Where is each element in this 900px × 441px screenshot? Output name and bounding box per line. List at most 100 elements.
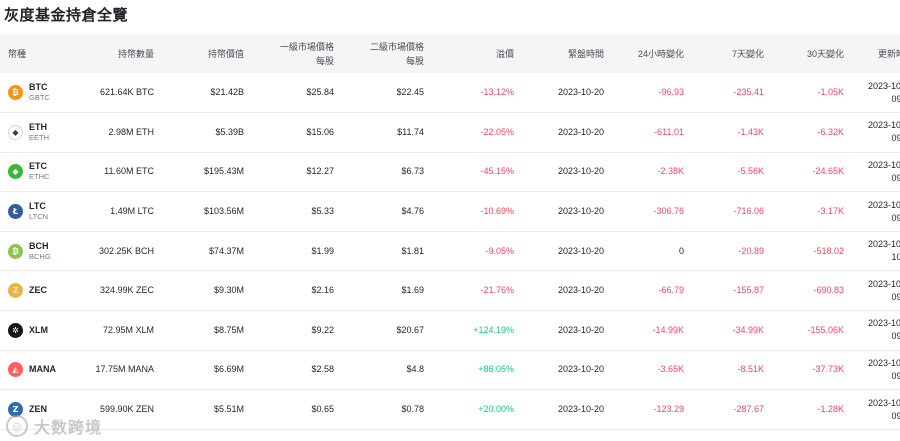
coin-symbol: BTC bbox=[29, 82, 48, 93]
updated-clock: 09:42 bbox=[891, 370, 900, 381]
change-30d-cell: -518.02 bbox=[813, 245, 844, 256]
updated-date: 2023-10-31 bbox=[867, 199, 900, 210]
primary-price-cell: $5.33 bbox=[311, 206, 334, 217]
asset-cell[interactable]: ℤ ZEC bbox=[0, 271, 80, 311]
change-24h-cell: -123.29 bbox=[653, 404, 684, 415]
asset-cell[interactable]: ◭ MANA bbox=[0, 350, 80, 390]
secondary-price-cell: $11.74 bbox=[397, 126, 424, 137]
premium-cell: -10.69% bbox=[480, 206, 514, 217]
header-col-holdings[interactable]: 持幣數量 bbox=[80, 34, 160, 73]
updated-clock: 10:45 bbox=[891, 252, 900, 263]
change-24h-cell: -2.38K bbox=[657, 166, 684, 177]
change-7d-cell: -20.89 bbox=[738, 245, 764, 256]
asset-cell[interactable]: ✲ XLM bbox=[0, 311, 80, 351]
updated-time-cell: 2023-10-31 09:41 bbox=[850, 271, 900, 311]
updated-clock: 09:40 bbox=[891, 410, 900, 421]
coin-symbol: BCH bbox=[29, 240, 49, 251]
header-col-secondary-price[interactable]: 二級市場價格 每股 bbox=[340, 34, 430, 73]
coin-symbol: XLM bbox=[29, 324, 48, 335]
holdings-cell: 324.99K ZEC bbox=[99, 285, 154, 296]
watermark-text: 大数跨境 bbox=[34, 420, 103, 437]
secondary-price-cell: $1.81 bbox=[401, 245, 424, 256]
asset-cell[interactable]: ₿ BTC GBTC bbox=[0, 73, 80, 113]
etc-coin-icon: ◆ bbox=[8, 164, 23, 180]
holdings-table: 幣種 持幣數量 持幣價值 一級市場價格 每股 二級市場價格 每股 溢價 緊盤時間 24小時變化… bbox=[0, 34, 900, 430]
primary-price-cell: $9.22 bbox=[311, 324, 334, 335]
table-row[interactable]: ₿ BTC GBTC 621.64K BTC $21.42B $25.84 $22.45 -1… bbox=[0, 73, 900, 113]
change-7d-cell: -5.56K bbox=[737, 166, 764, 177]
updated-date: 2023-10-31 bbox=[867, 80, 900, 91]
change-24h-cell: -96.93 bbox=[658, 87, 684, 98]
premium-cell: +86.05% bbox=[478, 364, 514, 375]
close-time-cell: 2023-10-20 bbox=[557, 364, 604, 375]
updated-clock: 09:41 bbox=[891, 291, 900, 302]
value-cell: $5.39B bbox=[215, 126, 244, 137]
primary-price-cell: $2.58 bbox=[311, 364, 334, 375]
header-col-asset[interactable]: 幣種 bbox=[0, 34, 80, 73]
value-cell: $6.69M bbox=[213, 364, 244, 375]
close-time-cell: 2023-10-20 bbox=[557, 245, 604, 256]
header-col-value[interactable]: 持幣價值 bbox=[160, 34, 250, 73]
header-col-premium[interactable]: 溢價 bbox=[430, 34, 520, 73]
watermark: ◎ 大数跨境 bbox=[6, 414, 102, 438]
holdings-cell: 621.64K BTC bbox=[99, 87, 154, 98]
close-time-cell: 2023-10-20 bbox=[557, 87, 604, 98]
updated-time-cell: 2023-10-31 10:45 bbox=[850, 231, 900, 271]
change-7d-cell: -155.87 bbox=[733, 285, 764, 296]
asset-cell[interactable]: ◆ ETH EETH bbox=[0, 113, 80, 153]
header-col-primary-price[interactable]: 一級市場價格 每股 bbox=[250, 34, 340, 73]
asset-cell[interactable]: ◆ ETC ETHC bbox=[0, 152, 80, 192]
ltc-coin-icon: Ł bbox=[8, 204, 23, 220]
change-30d-cell: -6.32K bbox=[817, 126, 844, 137]
header-col-24h-change[interactable]: 24小時變化 bbox=[610, 34, 690, 73]
header-col-7d-change[interactable]: 7天變化 bbox=[690, 34, 770, 73]
table-row[interactable]: ◆ ETH EETH 2.98M ETH $5.39B $15.06 $11.74 -22.0… bbox=[0, 113, 900, 153]
updated-date: 2023-10-31 bbox=[867, 120, 900, 131]
table-row[interactable]: ✲ XLM 72.95M XLM $8.75M $9.22 $20.67 +124.19% 2… bbox=[0, 311, 900, 351]
change-7d-cell: -34.99K bbox=[732, 324, 764, 335]
header-col-close-time[interactable]: 緊盤時間 bbox=[520, 34, 610, 73]
updated-clock: 09:40 bbox=[891, 172, 900, 183]
change-24h-cell: -66.79 bbox=[658, 285, 684, 296]
asset-cell[interactable]: Ł LTC LTCN bbox=[0, 192, 80, 232]
table-row[interactable]: ◆ ETC ETHC 11.60M ETC $195.43M $12.27 $6.73 -45… bbox=[0, 152, 900, 192]
coin-symbol: MANA bbox=[29, 364, 56, 375]
updated-date: 2023-10-31 bbox=[867, 357, 900, 368]
table-row[interactable]: Ł LTC LTCN 1.49M LTC $103.56M $5.33 $4.76 -10.6… bbox=[0, 192, 900, 232]
updated-date: 2023-10-31 bbox=[867, 239, 900, 250]
updated-time-cell: 2023-10-31 09:40 bbox=[850, 152, 900, 192]
updated-clock: 09:40 bbox=[891, 133, 900, 144]
updated-time-cell: 2023-10-31 09:41 bbox=[850, 311, 900, 351]
table-row[interactable]: ℤ ZEC 324.99K ZEC $9.30M $2.16 $1.69 -21.76% 20… bbox=[0, 271, 900, 311]
table-row[interactable]: ◭ MANA 17.75M MANA $6.69M $2.58 $4.8 +86.05% 20… bbox=[0, 350, 900, 390]
holdings-table-container: 幣種 持幣數量 持幣價值 一級市場價格 每股 二級市場價格 每股 溢價 緊盤時間 24小時變化… bbox=[0, 34, 900, 430]
header-col-30d-change[interactable]: 30天變化 bbox=[770, 34, 850, 73]
close-time-cell: 2023-10-20 bbox=[557, 404, 604, 415]
fund-ticker: EETH bbox=[29, 132, 50, 142]
change-24h-cell: -611.01 bbox=[654, 126, 684, 137]
close-time-cell: 2023-10-20 bbox=[557, 166, 604, 177]
secondary-price-cell: $1.69 bbox=[401, 285, 424, 296]
holdings-cell: 72.95M XLM bbox=[102, 324, 154, 335]
asset-cell[interactable]: ₿ BCH BCHG bbox=[0, 231, 80, 271]
secondary-price-cell: $20.67 bbox=[396, 324, 424, 335]
premium-cell: +124.19% bbox=[473, 324, 514, 335]
table-row[interactable]: ₿ BCH BCHG 302.25K BCH $74.37M $1.99 $1.81 -9.0… bbox=[0, 231, 900, 271]
premium-cell: -21.76% bbox=[480, 285, 514, 296]
coin-symbol: LTC bbox=[29, 201, 46, 212]
change-7d-cell: -287.67 bbox=[733, 404, 764, 415]
updated-time-cell: 2023-10-31 09:40 bbox=[850, 113, 900, 153]
updated-date: 2023-10-31 bbox=[867, 278, 900, 289]
updated-clock: 09:41 bbox=[891, 212, 900, 223]
coin-symbol: ETH bbox=[29, 121, 47, 132]
table-row[interactable]: Z ZEN 599.90K ZEN $5.51M $0.65 $0.78 +20.00% 20… bbox=[0, 390, 900, 430]
close-time-cell: 2023-10-20 bbox=[557, 126, 604, 137]
change-24h-cell: -14.99K bbox=[652, 324, 684, 335]
secondary-price-cell: $4.8 bbox=[406, 364, 424, 375]
holdings-cell: 1.49M LTC bbox=[110, 206, 154, 217]
holdings-cell: 302.25K BCH bbox=[98, 245, 154, 256]
header-col-updated[interactable]: 更新時間 bbox=[850, 34, 900, 73]
coin-symbol: ZEC bbox=[29, 285, 47, 296]
premium-cell: -13.12% bbox=[480, 87, 514, 98]
updated-date: 2023-10-31 bbox=[867, 318, 900, 329]
